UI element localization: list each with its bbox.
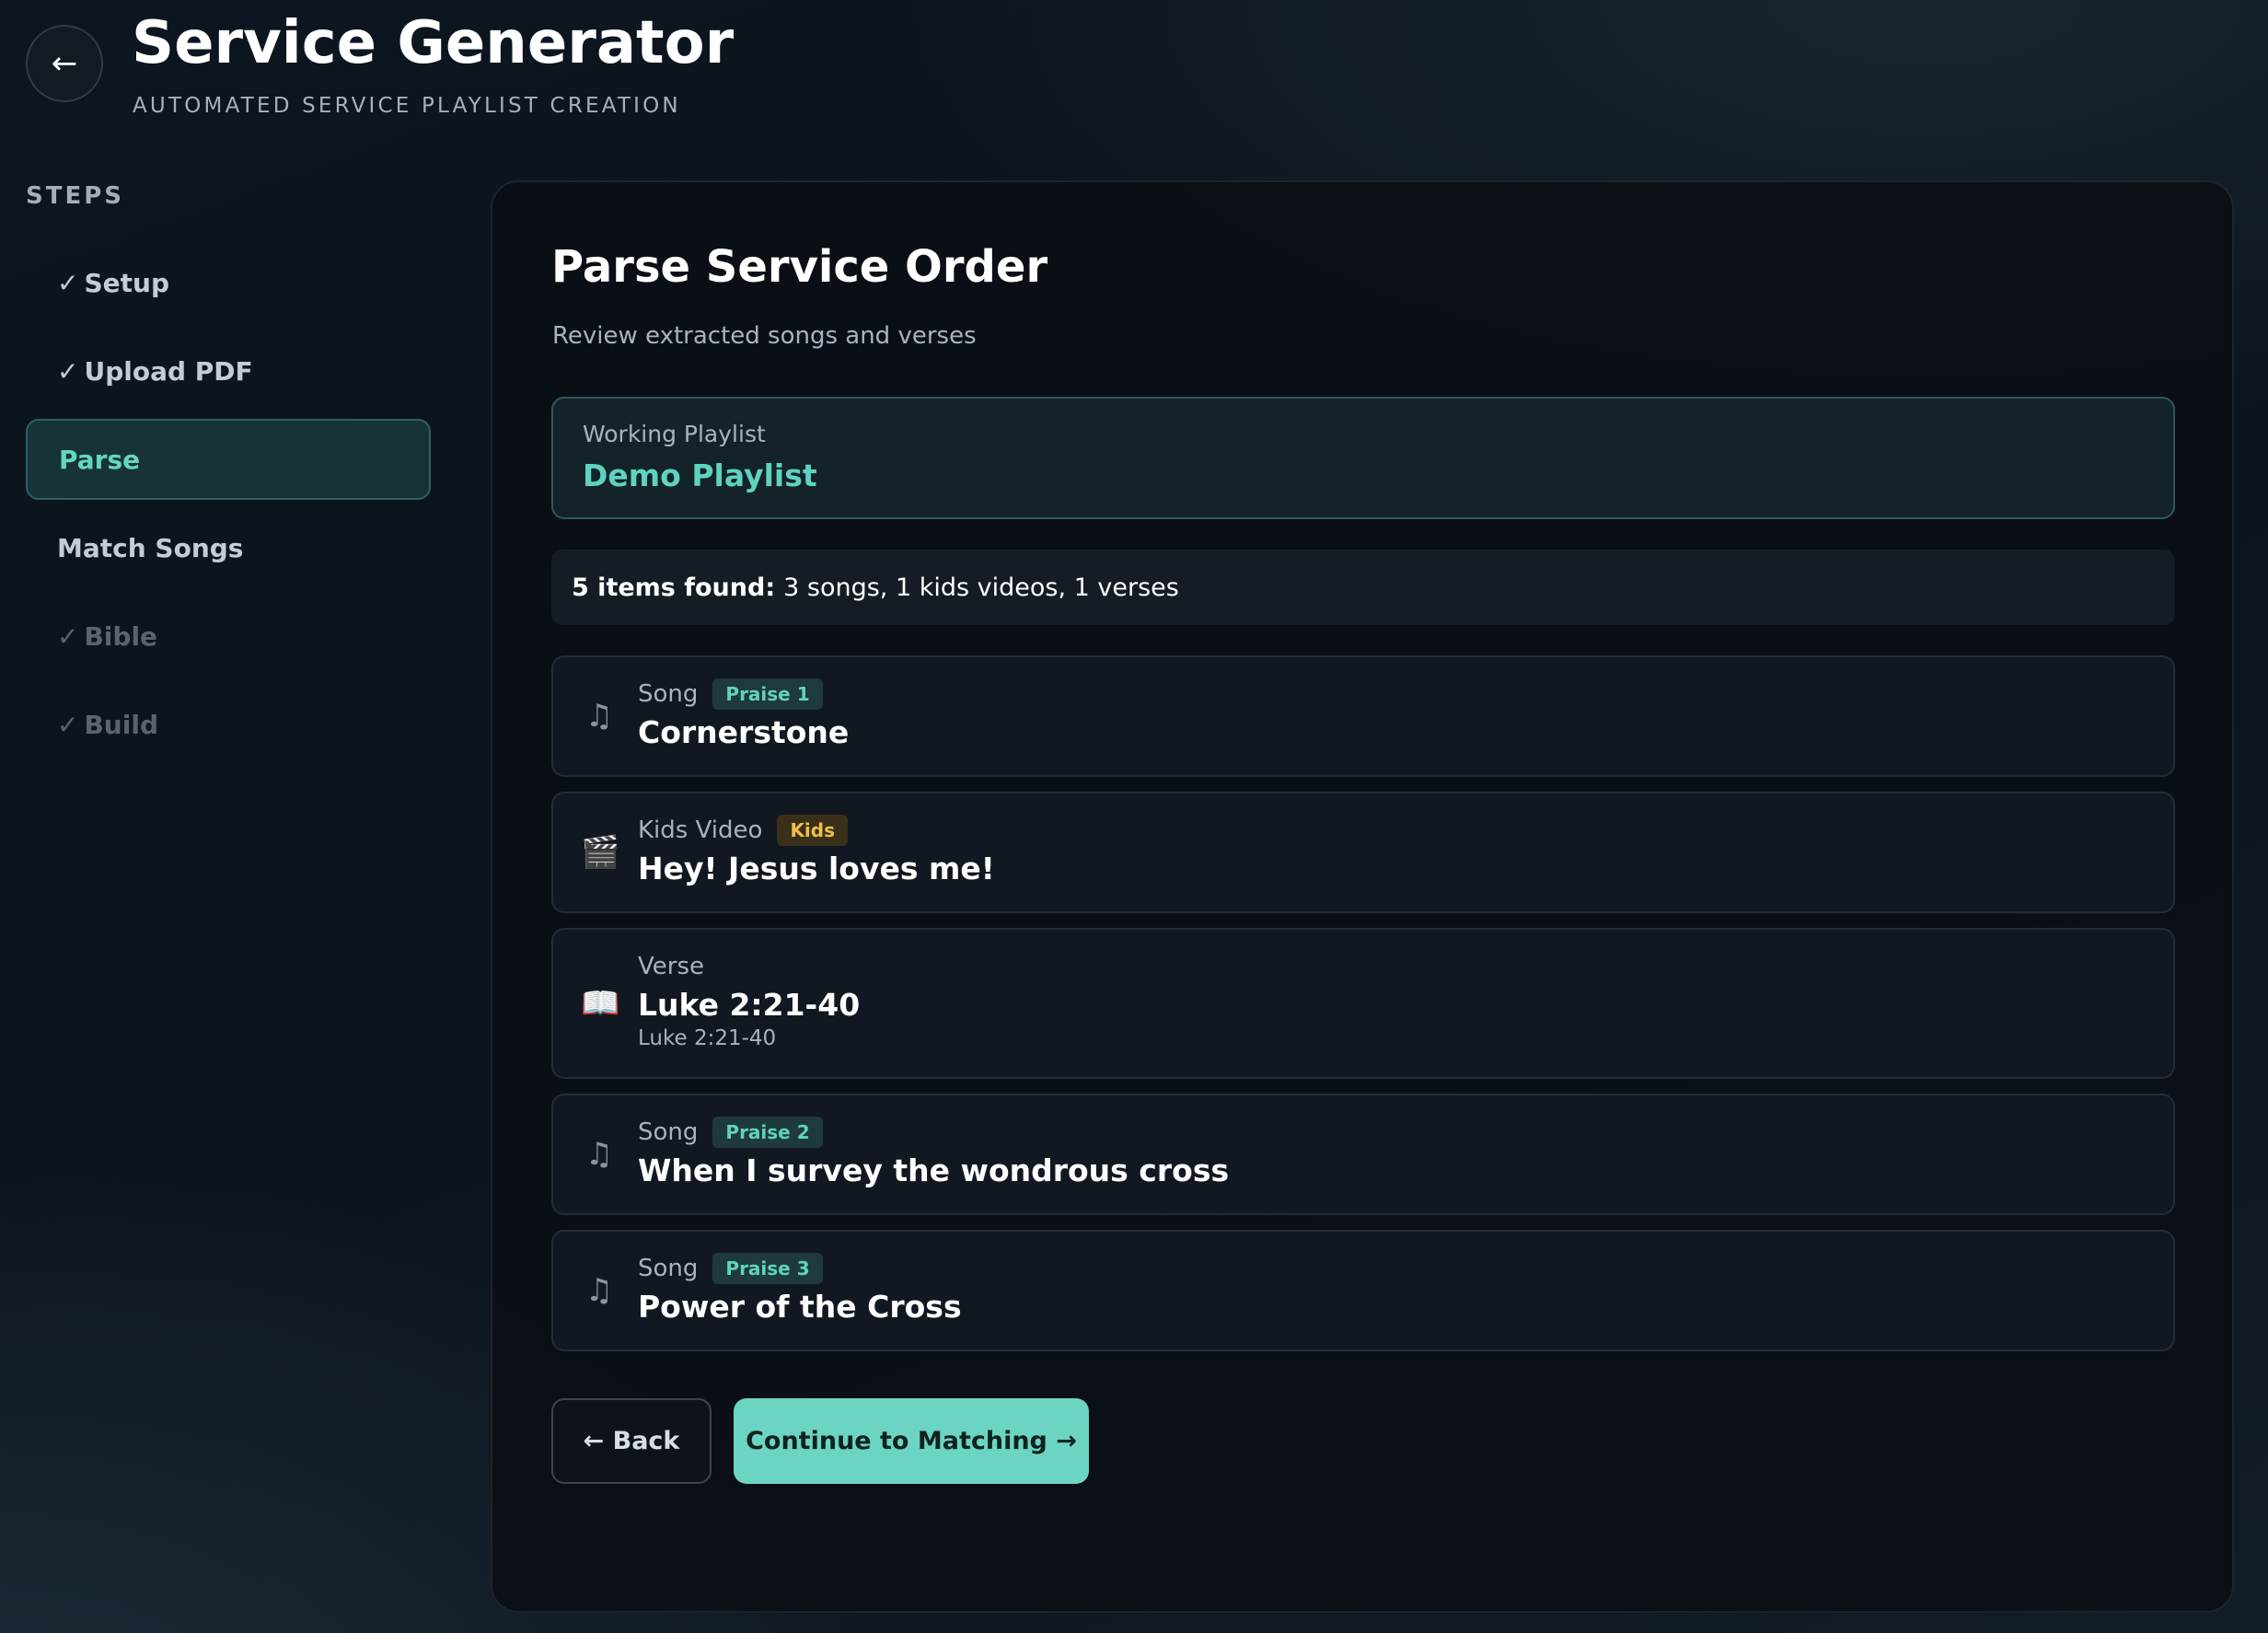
service-item[interactable]: ♫ Song Praise 3 Power of the Cross xyxy=(551,1230,2175,1351)
step-label: Build xyxy=(84,709,158,740)
step-label: Parse xyxy=(59,444,141,475)
arrow-left-icon: ← xyxy=(51,45,78,82)
checkmark-icon: ✓ xyxy=(57,267,79,298)
verse-reference: Luke 2:21-40 xyxy=(638,1026,777,1050)
working-playlist-card: Working Playlist Demo Playlist xyxy=(551,397,2175,519)
checkmark-icon: ✓ xyxy=(57,620,79,652)
app-title: Service Generator xyxy=(132,9,735,77)
item-type: Song xyxy=(638,1118,699,1146)
step-parse[interactable]: Parse xyxy=(26,419,431,500)
step-match-songs[interactable]: Match Songs xyxy=(26,507,431,588)
music-note-icon: ♫ xyxy=(584,698,614,735)
item-badge: Praise 2 xyxy=(712,1117,823,1148)
summary-count: 5 items found: xyxy=(572,573,776,602)
service-item[interactable]: ♫ Song Praise 2 When I survey the wondro… xyxy=(551,1094,2175,1215)
item-badge: Kids xyxy=(777,815,849,846)
back-button[interactable]: ← Back xyxy=(551,1398,712,1484)
item-type: Song xyxy=(638,1255,699,1282)
item-title: Cornerstone xyxy=(638,714,850,750)
item-title: When I survey the wondrous cross xyxy=(638,1152,1230,1188)
checkmark-icon: ✓ xyxy=(57,709,79,740)
item-title: Hey! Jesus loves me! xyxy=(638,851,995,886)
continue-to-matching-button[interactable]: Continue to Matching → xyxy=(734,1398,1089,1484)
summary-breakdown: 3 songs, 1 kids videos, 1 verses xyxy=(783,573,1179,602)
item-type: Song xyxy=(638,680,699,708)
page-subtitle: Review extracted songs and verses xyxy=(552,322,977,350)
header-back-button[interactable]: ← xyxy=(26,25,103,102)
step-upload-pdf[interactable]: ✓ Upload PDF xyxy=(26,330,431,411)
playlist-label: Working Playlist xyxy=(583,421,766,447)
music-note-icon: ♫ xyxy=(584,1272,614,1309)
playlist-name: Demo Playlist xyxy=(583,457,817,493)
main-panel: Parse Service Order Review extracted son… xyxy=(491,180,2234,1613)
service-item[interactable]: 🎬 Kids Video Kids Hey! Jesus loves me! xyxy=(551,792,2175,913)
music-note-icon: ♫ xyxy=(584,1136,614,1173)
item-title: Luke 2:21-40 xyxy=(638,987,861,1023)
step-label: Setup xyxy=(84,267,169,298)
step-label: Match Songs xyxy=(57,532,244,563)
open-book-icon: 📖 xyxy=(581,985,620,1022)
step-label: Upload PDF xyxy=(84,355,253,387)
item-badge: Praise 1 xyxy=(712,678,823,710)
step-setup[interactable]: ✓ Setup xyxy=(26,242,431,323)
service-item[interactable]: ♫ Song Praise 1 Cornerstone xyxy=(551,655,2175,777)
item-badge: Praise 3 xyxy=(712,1253,823,1284)
item-type: Kids Video xyxy=(638,816,763,844)
items-summary: 5 items found: 3 songs, 1 kids videos, 1… xyxy=(551,550,2175,625)
item-title: Power of the Cross xyxy=(638,1289,962,1325)
page-title: Parse Service Order xyxy=(551,241,1048,293)
checkmark-icon: ✓ xyxy=(57,355,79,387)
step-build[interactable]: ✓ Build xyxy=(26,684,431,765)
service-item[interactable]: 📖 Verse Luke 2:21-40 Luke 2:21-40 xyxy=(551,928,2175,1079)
item-type: Verse xyxy=(638,953,704,980)
step-bible[interactable]: ✓ Bible xyxy=(26,596,431,677)
app-subtitle: AUTOMATED SERVICE PLAYLIST CREATION xyxy=(133,94,681,118)
step-label: Bible xyxy=(84,620,158,652)
clapperboard-icon: 🎬 xyxy=(581,834,620,871)
steps-heading: STEPS xyxy=(26,182,125,210)
